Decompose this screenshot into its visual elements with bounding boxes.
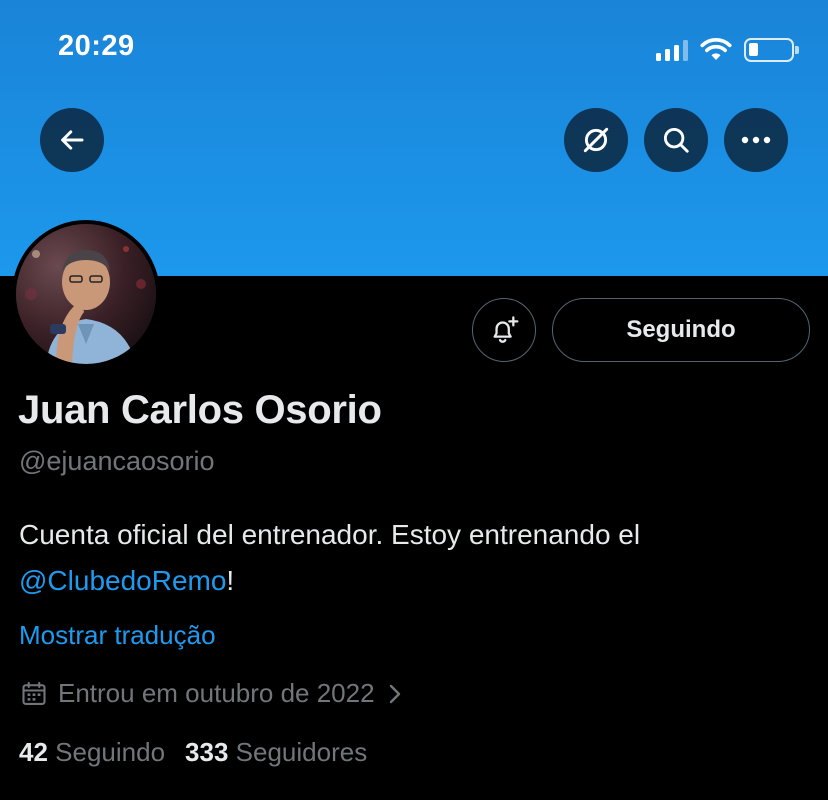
more-horizontal-icon bbox=[741, 136, 771, 144]
notify-button[interactable] bbox=[472, 298, 536, 362]
battery-low-icon bbox=[744, 38, 799, 62]
cellular-signal-icon bbox=[656, 39, 688, 61]
following-button[interactable]: Seguindo bbox=[552, 298, 810, 362]
display-name: Juan Carlos Osorio bbox=[18, 388, 382, 432]
user-handle: @ejuancaosorio bbox=[19, 446, 215, 476]
status-bar: 20:29 bbox=[0, 0, 828, 100]
status-icons bbox=[656, 36, 799, 64]
following-stat[interactable]: 42 Seguindo bbox=[19, 737, 165, 768]
bell-plus-icon bbox=[493, 316, 519, 343]
bio-suffix: ! bbox=[226, 565, 235, 596]
back-button[interactable] bbox=[40, 108, 104, 172]
show-translation-link[interactable]: Mostrar tradução bbox=[19, 620, 216, 651]
calendar-icon bbox=[22, 681, 46, 705]
grok-button[interactable] bbox=[564, 108, 628, 172]
wifi-icon bbox=[700, 38, 732, 60]
status-time: 20:29 bbox=[58, 30, 135, 62]
following-label: Seguindo bbox=[55, 737, 166, 767]
follow-stats: 42 Seguindo 333 Seguidores bbox=[19, 737, 367, 768]
joined-date-row[interactable]: Entrou em outubro de 2022 bbox=[20, 678, 405, 709]
followers-stat[interactable]: 333 Seguidores bbox=[185, 737, 367, 768]
search-button[interactable] bbox=[644, 108, 708, 172]
followers-count: 333 bbox=[185, 737, 229, 767]
chevron-right-icon bbox=[389, 684, 400, 703]
search-icon bbox=[663, 127, 689, 153]
bio-text: Cuenta oficial del entrenador. Estoy ent… bbox=[19, 519, 641, 550]
followers-label: Seguidores bbox=[235, 737, 368, 767]
avatar-photo bbox=[16, 224, 156, 364]
following-count: 42 bbox=[19, 737, 48, 767]
grok-icon bbox=[583, 127, 609, 153]
arrow-left-icon bbox=[61, 130, 84, 150]
avatar[interactable] bbox=[12, 220, 160, 368]
bio: Cuenta oficial del entrenador. Estoy ent… bbox=[19, 512, 809, 604]
joined-date-text: Entrou em outubro de 2022 bbox=[58, 678, 375, 708]
bio-mention-link[interactable]: @ClubedoRemo bbox=[19, 565, 226, 596]
more-button[interactable] bbox=[724, 108, 788, 172]
